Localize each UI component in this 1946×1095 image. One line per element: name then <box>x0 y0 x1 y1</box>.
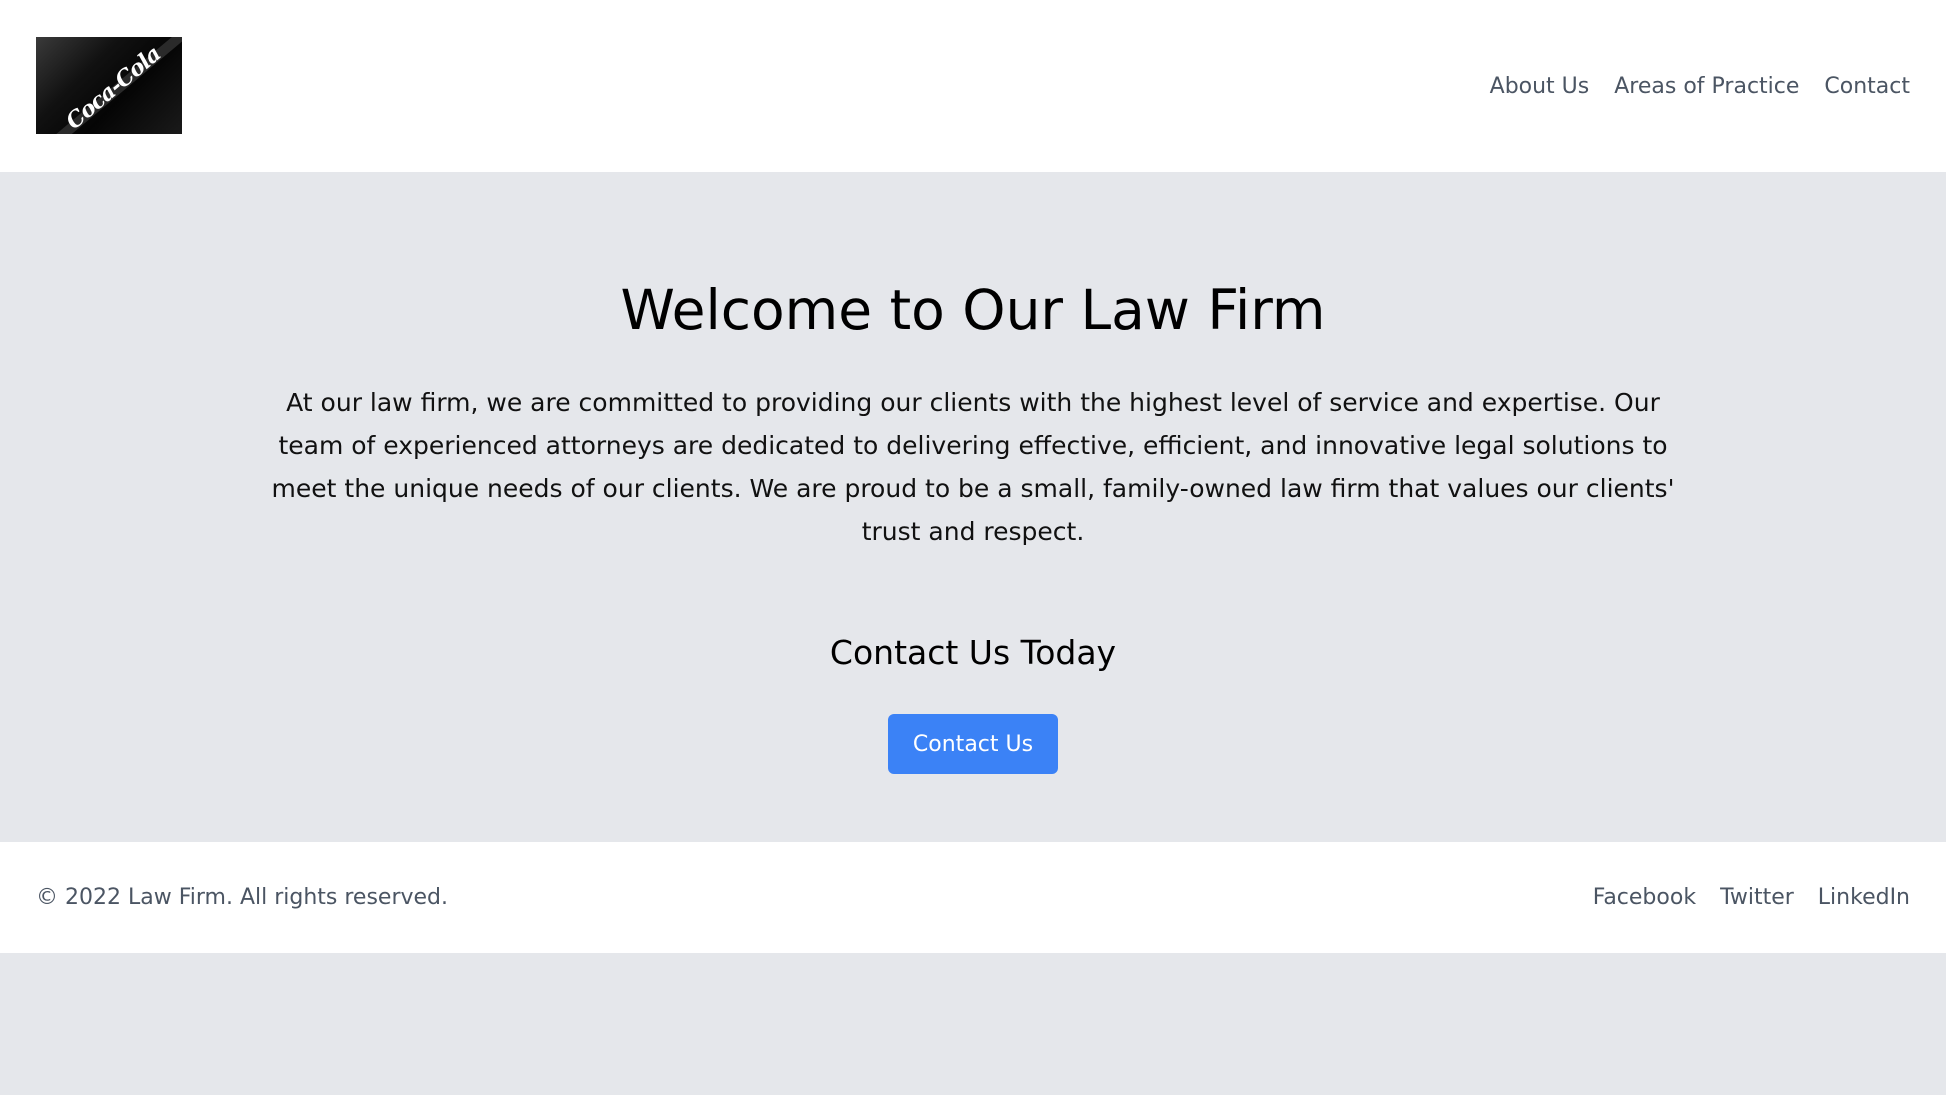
social-links: Facebook Twitter LinkedIn <box>1593 885 1910 910</box>
linkedin-link[interactable]: LinkedIn <box>1818 885 1910 910</box>
nav-contact[interactable]: Contact <box>1824 74 1910 99</box>
twitter-link[interactable]: Twitter <box>1720 885 1794 910</box>
site-header: Coca-Cola About Us Areas of Practice Con… <box>0 0 1946 172</box>
nav-areas-of-practice[interactable]: Areas of Practice <box>1614 74 1799 99</box>
cta-heading: Contact Us Today <box>829 633 1117 672</box>
hero-section: Welcome to Our Law Firm At our law firm,… <box>0 172 1946 842</box>
site-footer: © 2022 Law Firm. All rights reserved. Fa… <box>0 842 1946 953</box>
nav-about-us[interactable]: About Us <box>1490 74 1590 99</box>
copyright-text: © 2022 Law Firm. All rights reserved. <box>36 885 449 910</box>
facebook-link[interactable]: Facebook <box>1593 885 1696 910</box>
hero-description: At our law firm, we are committed to pro… <box>271 388 1675 546</box>
contact-us-button[interactable]: Contact Us <box>887 714 1059 774</box>
logo-image[interactable]: Coca-Cola <box>36 36 182 134</box>
logo-text: Coca-Cola <box>61 40 166 134</box>
page-title: Welcome to Our Law Firm <box>620 278 1326 342</box>
main-nav: About Us Areas of Practice Contact <box>1490 74 1910 99</box>
